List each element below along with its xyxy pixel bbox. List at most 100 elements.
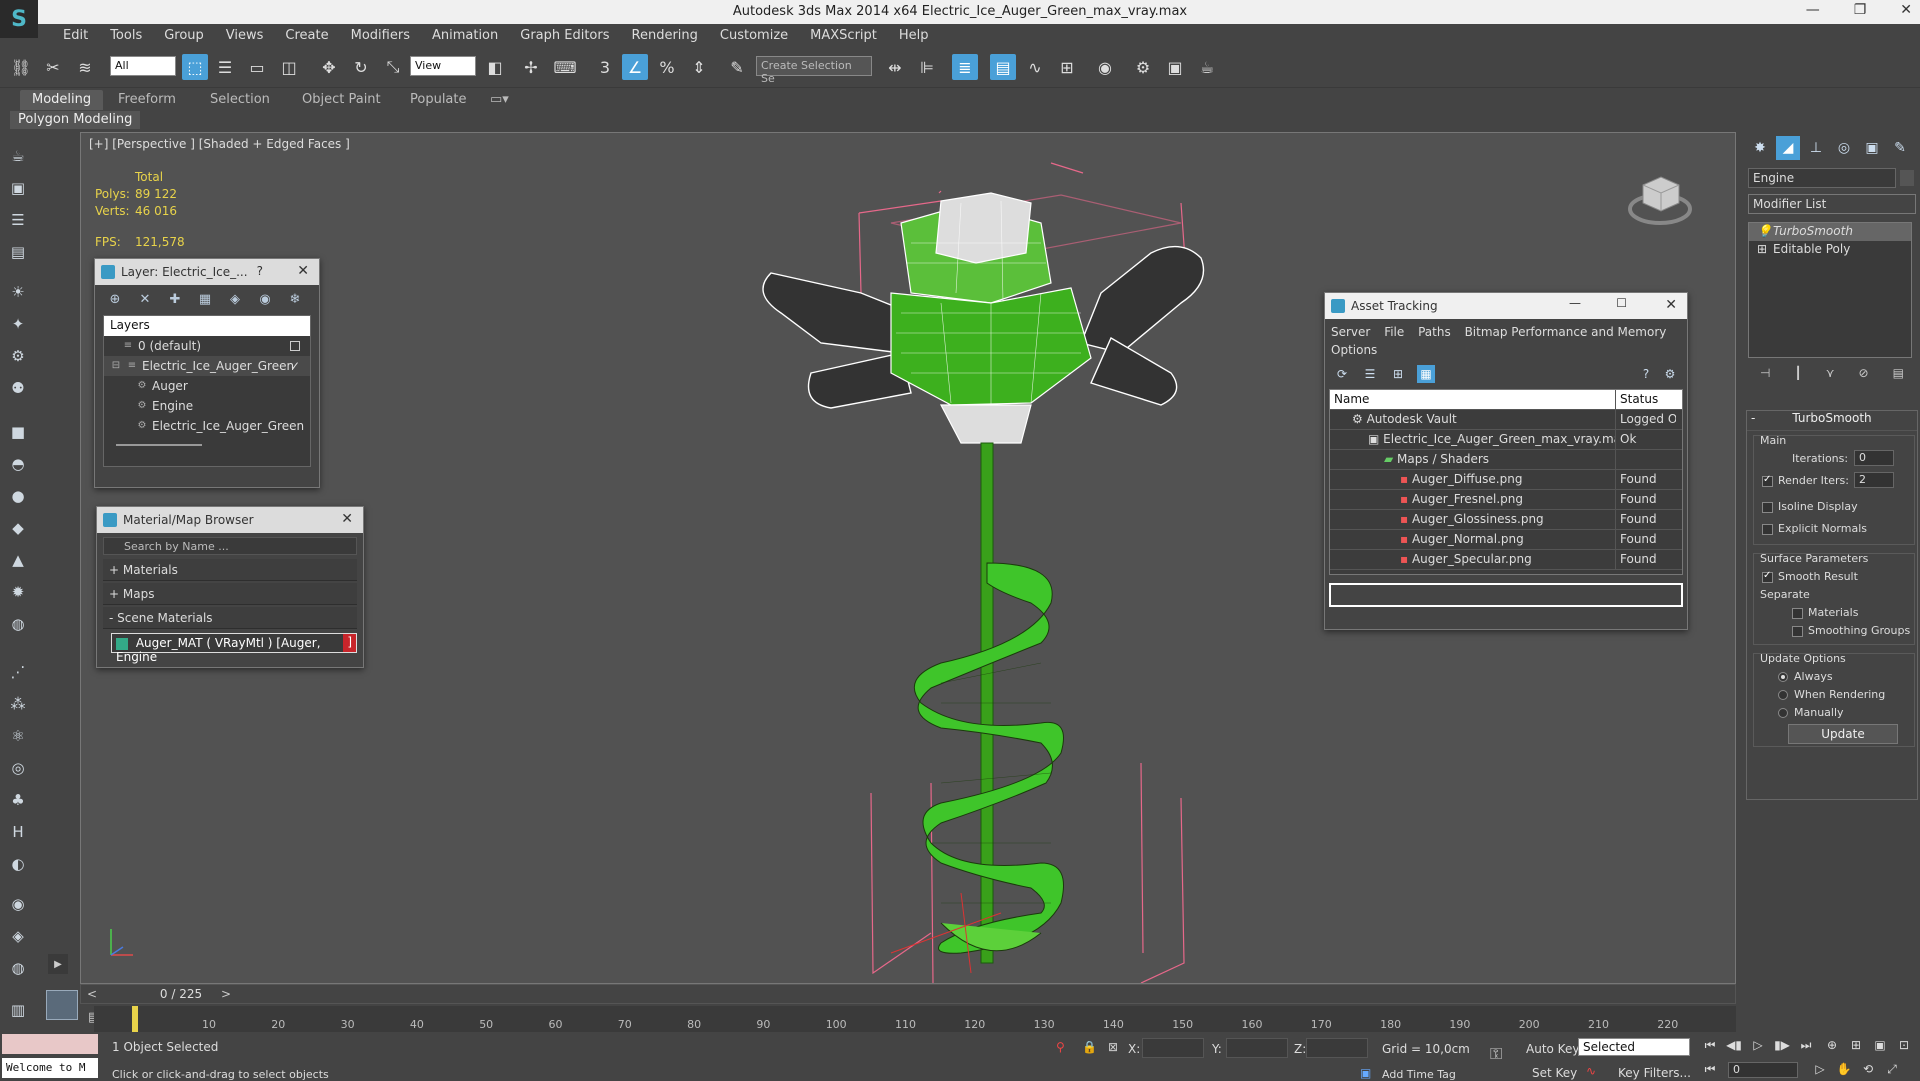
status-column-header[interactable]: Status — [1616, 390, 1676, 409]
edit-named-sets-icon[interactable]: ✎ — [724, 54, 750, 80]
menu-views[interactable]: Views — [215, 24, 275, 48]
previous-frame-icon[interactable]: ◀▮ — [1724, 1038, 1744, 1056]
menu-create[interactable]: Create — [274, 24, 339, 48]
display-tab-icon[interactable]: ▣ — [1860, 136, 1884, 160]
refresh-icon[interactable]: ⟳ — [1333, 365, 1351, 383]
stack-item-turbosmooth[interactable]: 💡 TurboSmooth — [1749, 223, 1911, 241]
key-mode-toggle-icon[interactable]: ⏮ — [1700, 1062, 1720, 1080]
list-item[interactable]: ⊟ ≡ Electric_Ice_Auger_Green ✓ — [104, 356, 310, 376]
new-layer-icon[interactable]: ⊕ — [105, 289, 125, 309]
restore-icon[interactable]: ❐ — [1854, 2, 1867, 18]
list-item[interactable]: ⚙ Auger — [104, 376, 310, 396]
hemisphere-icon[interactable]: ◓ — [6, 452, 30, 476]
pin-stack-icon[interactable]: ⊣ — [1760, 366, 1770, 386]
viewcube-icon[interactable] — [1625, 163, 1695, 233]
menu-edit[interactable]: Edit — [52, 24, 99, 48]
go-to-end-icon[interactable]: ⏭ — [1796, 1038, 1816, 1056]
hide-layers-icon[interactable]: ◉ — [255, 289, 275, 309]
maxscript-listener-input[interactable] — [2, 1034, 98, 1054]
expand-icon[interactable]: ⊞ — [1757, 242, 1767, 256]
next-frame-icon[interactable]: > — [221, 987, 231, 1001]
asset-path-input[interactable] — [1329, 583, 1683, 607]
pan-icon[interactable]: ✋ — [1834, 1062, 1854, 1080]
highlight-layer-icon[interactable]: ◈ — [225, 289, 245, 309]
y-coord-input[interactable] — [1226, 1038, 1288, 1058]
maximize-icon[interactable]: ☐ — [1616, 296, 1627, 310]
object-name-input[interactable]: Engine — [1748, 168, 1896, 188]
snap-3d-icon[interactable]: 3 — [592, 54, 618, 80]
key-filters-button[interactable]: Key Filters... — [1618, 1066, 1691, 1080]
material-panel-titlebar[interactable]: Material/Map Browser ✕ — [97, 507, 363, 533]
stack-item-editable-poly[interactable]: ⊞ Editable Poly — [1749, 241, 1911, 259]
track-bar[interactable]: 10 20 30 40 50 60 70 80 90 100 110 120 130 140 150 160 1… — [94, 1006, 1736, 1032]
key-icon[interactable]: ⚿ — [1490, 1044, 1502, 1064]
isolate-icon[interactable]: ⚲ — [1056, 1040, 1065, 1054]
maps-group[interactable]: + Maps — [103, 583, 357, 605]
create-selection-set-input[interactable]: Create Selection Se — [756, 56, 872, 85]
prev-frame-icon[interactable]: < — [87, 987, 97, 1001]
z-coord-input[interactable] — [1306, 1038, 1368, 1058]
material-item-auger-mat[interactable]: Auger_MAT ( VRayMtl ) [Auger, Engine ] — [111, 633, 357, 664]
iterations-spinner[interactable]: 0 — [1854, 450, 1894, 466]
tree-view-icon[interactable]: ⊞ — [1389, 365, 1407, 383]
motion-tab-icon[interactable]: ◎ — [1832, 136, 1856, 160]
add-to-layer-icon[interactable]: ✚ — [165, 289, 185, 309]
expand-arrow-icon[interactable]: ▶ — [48, 954, 68, 974]
asset-menu-file[interactable]: File — [1384, 325, 1404, 339]
bind-space-warp-icon[interactable]: ≋ — [72, 54, 98, 80]
zoom-extents-icon[interactable]: ▣ — [1870, 1038, 1890, 1056]
dome-icon[interactable]: ◐ — [6, 852, 30, 876]
menu-group[interactable]: Group — [153, 24, 215, 48]
render-production-icon[interactable]: ☕ — [1194, 54, 1220, 80]
render-setup-icon[interactable]: ⚙ — [1130, 54, 1156, 80]
update-manually-radio[interactable] — [1778, 708, 1788, 718]
help-settings-icon[interactable]: ⚙ — [1661, 365, 1679, 383]
scene-explorer-icon[interactable]: ☰ — [6, 208, 30, 232]
tab-modeling[interactable]: Modeling — [20, 90, 104, 110]
cone-icon[interactable]: ▲ — [6, 548, 30, 572]
asset-panel-titlebar[interactable]: Asset Tracking — ☐ ✕ — [1325, 293, 1687, 319]
material-editor-icon[interactable]: ◉ — [1092, 54, 1118, 80]
close-icon[interactable]: ✕ — [341, 511, 353, 527]
render-iters-spinner[interactable]: 2 — [1854, 472, 1894, 488]
zoom-all-icon[interactable]: ⊞ — [1846, 1038, 1866, 1056]
time-tag-icon[interactable]: ▣ — [1360, 1066, 1371, 1080]
lock-icon[interactable]: 🔒 — [1082, 1040, 1097, 1054]
tab-object-paint[interactable]: Object Paint — [290, 90, 393, 110]
show-end-result-icon[interactable]: ┃ — [1794, 366, 1801, 386]
grass-icon[interactable]: ♣ — [6, 788, 30, 812]
table-row[interactable]: ▣ Electric_Ice_Auger_Green_max_vray.max … — [1330, 430, 1682, 450]
table-row[interactable]: ▪ Auger_Specular.png Found — [1330, 550, 1682, 570]
time-slider[interactable]: < 0 / 225 > — [80, 984, 1736, 1004]
globe-icon[interactable]: ◎ — [6, 756, 30, 780]
select-layer-icon[interactable]: ▦ — [195, 289, 215, 309]
hierarchy-tab-icon[interactable]: ⊥ — [1804, 136, 1828, 160]
close-icon[interactable]: ✕ — [1665, 297, 1677, 313]
current-frame-input[interactable]: 0 — [1728, 1062, 1798, 1078]
align-icon[interactable]: ⊫ — [914, 54, 940, 80]
render-icon[interactable]: ▣ — [6, 176, 30, 200]
light-icon[interactable]: ☀ — [6, 280, 30, 304]
polygon-modeling-label[interactable]: Polygon Modeling — [10, 111, 141, 129]
sphere-icon[interactable]: ● — [6, 484, 30, 508]
separate-materials-checkbox[interactable] — [1792, 608, 1803, 619]
menu-animation[interactable]: Animation — [421, 24, 509, 48]
modifier-icon[interactable]: ◈ — [6, 924, 30, 948]
rect-selection-icon[interactable]: ▭ — [244, 54, 270, 80]
rendered-frame-icon[interactable]: ▣ — [1162, 54, 1188, 80]
list-item[interactable]: ⚙ Engine — [104, 396, 310, 416]
percent-snap-icon[interactable]: % — [654, 54, 680, 80]
sun-icon[interactable]: ✹ — [6, 580, 30, 604]
table-row[interactable]: ▪ Auger_Diffuse.png Found — [1330, 470, 1682, 490]
update-always-radio[interactable] — [1778, 672, 1788, 682]
pivot-icon[interactable]: ◧ — [482, 54, 508, 80]
tab-freeform[interactable]: Freeform — [106, 90, 188, 110]
add-time-tag-button[interactable]: Add Time Tag — [1382, 1068, 1456, 1081]
window-crossing-icon[interactable]: ◫ — [276, 54, 302, 80]
select-object-icon[interactable]: ⬚ — [182, 54, 208, 80]
fov-icon[interactable]: ▷ — [1810, 1062, 1830, 1080]
mirror-icon[interactable]: ⇹ — [882, 54, 908, 80]
table-row[interactable]: ⚙ Autodesk Vault Logged O — [1330, 410, 1682, 430]
move-icon[interactable]: ✥ — [316, 54, 342, 80]
play-icon[interactable]: ▷ — [1748, 1038, 1768, 1056]
